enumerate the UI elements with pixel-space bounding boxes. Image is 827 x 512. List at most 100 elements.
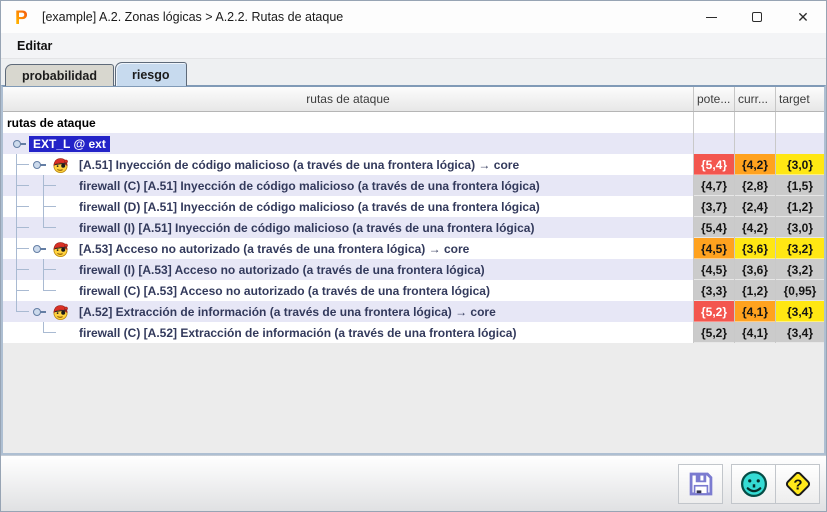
- tree-row-label[interactable]: firewall (D) [A.51] Inyección de código …: [79, 200, 540, 214]
- tree-guide-line: [16, 301, 29, 312]
- column-header-target[interactable]: target: [776, 87, 824, 111]
- potential-value-cell: {5,2}: [694, 301, 735, 322]
- tree-cell: firewall (C) [A.51] Inyección de código …: [3, 175, 694, 196]
- close-button[interactable]: ✕: [780, 1, 826, 33]
- tree-guide-stub: [16, 248, 29, 249]
- tree-row[interactable]: firewall (D) [A.51] Inyección de código …: [3, 196, 824, 217]
- tree-row-label[interactable]: firewall (I) [A.51] Inyección de código …: [79, 221, 534, 235]
- current-value-cell: {1,2}: [735, 280, 776, 301]
- potential-value-cell: [694, 112, 735, 133]
- tree-row-label[interactable]: [A.53] Acceso no autorizado (a través de…: [79, 242, 469, 256]
- tree-row[interactable]: firewall (I) [A.53] Acceso no autorizado…: [3, 259, 824, 280]
- current-value-cell: [735, 112, 776, 133]
- current-value-cell: {4,2}: [735, 154, 776, 175]
- tree-row-label[interactable]: [A.51] Inyección de código malicioso (a …: [79, 158, 519, 172]
- tree-row[interactable]: [A.52] Extracción de información (a trav…: [3, 301, 824, 322]
- tree-row[interactable]: [A.53] Acceso no autorizado (a través de…: [3, 238, 824, 259]
- tree-guide-stub: [16, 164, 29, 165]
- maximize-icon: [752, 12, 762, 22]
- tab-riesgo[interactable]: riesgo: [115, 62, 187, 86]
- tree-guide-stub: [16, 290, 29, 291]
- current-value-cell: {4,1}: [735, 322, 776, 343]
- tree-guide-stub: [43, 206, 56, 207]
- tree-cell: [A.53] Acceso no autorizado (a través de…: [3, 238, 694, 259]
- tree-expand-knob[interactable]: [33, 161, 41, 169]
- target-value-cell: {3,2}: [776, 238, 824, 259]
- menubar: Editar: [1, 33, 826, 59]
- tree-guide-stub: [16, 227, 29, 228]
- help-button[interactable]: ?: [775, 464, 820, 504]
- tree-expand-knob[interactable]: [33, 245, 41, 253]
- current-value-cell: {4,2}: [735, 217, 776, 238]
- column-header-current[interactable]: curr...: [735, 87, 776, 111]
- current-value-cell: {3,6}: [735, 238, 776, 259]
- help-sign-icon: ?: [783, 469, 813, 499]
- target-value-cell: {1,2}: [776, 196, 824, 217]
- tree-cell: firewall (I) [A.53] Acceso no autorizado…: [3, 259, 694, 280]
- tree-row-label[interactable]: firewall (C) [A.51] Inyección de código …: [79, 179, 540, 193]
- mood-button[interactable]: [731, 464, 776, 504]
- current-value-cell: {3,6}: [735, 259, 776, 280]
- tree-guide-line: [43, 322, 56, 333]
- tab-probabilidad[interactable]: probabilidad: [5, 64, 114, 86]
- tree-row-label-selected[interactable]: EXT_L @ ext: [29, 136, 110, 152]
- current-value-cell: {2,4}: [735, 196, 776, 217]
- potential-value-cell: {4,7}: [694, 175, 735, 196]
- target-value-cell: {3,0}: [776, 154, 824, 175]
- column-header-potential[interactable]: pote...: [694, 87, 735, 111]
- svg-text:?: ?: [793, 476, 802, 493]
- column-header-rutas[interactable]: rutas de ataque: [3, 87, 694, 111]
- tree-cell: [A.51] Inyección de código malicioso (a …: [3, 154, 694, 175]
- tree-row[interactable]: firewall (I) [A.51] Inyección de código …: [3, 217, 824, 238]
- potential-value-cell: {5,2}: [694, 322, 735, 343]
- window-controls: ✕: [688, 1, 826, 33]
- tree-guide-line: [43, 217, 56, 228]
- tree-cell: [A.52] Extracción de información (a trav…: [3, 301, 694, 322]
- potential-value-cell: {4,5}: [694, 238, 735, 259]
- minimize-icon: [706, 17, 717, 18]
- target-value-cell: {0,95}: [776, 280, 824, 301]
- tree-row[interactable]: EXT_L @ ext: [3, 133, 824, 154]
- attacker-icon: [52, 240, 69, 257]
- target-value-cell: [776, 112, 824, 133]
- tree-cell: firewall (I) [A.51] Inyección de código …: [3, 217, 694, 238]
- tree-guide-stub: [16, 269, 29, 270]
- tree-cell: firewall (C) [A.52] Extracción de inform…: [3, 322, 694, 343]
- potential-value-cell: [694, 133, 735, 154]
- tree-row[interactable]: firewall (C) [A.51] Inyección de código …: [3, 175, 824, 196]
- tree-guide-line: [43, 280, 56, 291]
- tree-row-label[interactable]: rutas de ataque: [7, 116, 96, 130]
- potential-value-cell: {5,4}: [694, 154, 735, 175]
- tree-guide-stub: [43, 269, 56, 270]
- tree-expand-knob[interactable]: [33, 308, 41, 316]
- svg-text:P: P: [15, 8, 28, 27]
- save-button[interactable]: [678, 464, 723, 504]
- tree-cell: firewall (D) [A.51] Inyección de código …: [3, 196, 694, 217]
- target-value-cell: {3,0}: [776, 217, 824, 238]
- menu-editar[interactable]: Editar: [11, 36, 58, 56]
- tree-row-label[interactable]: firewall (C) [A.53] Acceso no autorizado…: [79, 284, 490, 298]
- current-value-cell: {2,8}: [735, 175, 776, 196]
- potential-value-cell: {3,3}: [694, 280, 735, 301]
- maximize-button[interactable]: [734, 1, 780, 33]
- minimize-button[interactable]: [688, 1, 734, 33]
- tree-expand-knob[interactable]: [13, 140, 21, 148]
- tree-guide-stub: [16, 206, 29, 207]
- target-value-cell: {3,4}: [776, 301, 824, 322]
- potential-value-cell: {4,5}: [694, 259, 735, 280]
- tree-row[interactable]: firewall (C) [A.52] Extracción de inform…: [3, 322, 824, 343]
- titlebar: P [example] A.2. Zonas lógicas > A.2.2. …: [1, 1, 826, 33]
- floppy-disk-icon: [687, 470, 715, 498]
- tree-row[interactable]: firewall (C) [A.53] Acceso no autorizado…: [3, 280, 824, 301]
- tree-row-label[interactable]: firewall (C) [A.52] Extracción de inform…: [79, 326, 516, 340]
- app-window: P [example] A.2. Zonas lógicas > A.2.2. …: [0, 0, 827, 512]
- window-title: [example] A.2. Zonas lógicas > A.2.2. Ru…: [42, 10, 343, 24]
- tree-row[interactable]: rutas de ataque: [3, 112, 824, 133]
- tree-guide-stub: [16, 185, 29, 186]
- tree-cell: EXT_L @ ext: [3, 133, 694, 154]
- tree-row-label[interactable]: firewall (I) [A.53] Acceso no autorizado…: [79, 263, 485, 277]
- tree-row[interactable]: [A.51] Inyección de código malicioso (a …: [3, 154, 824, 175]
- attacker-icon: [52, 156, 69, 173]
- potential-value-cell: {3,7}: [694, 196, 735, 217]
- tree-row-label[interactable]: [A.52] Extracción de información (a trav…: [79, 305, 496, 319]
